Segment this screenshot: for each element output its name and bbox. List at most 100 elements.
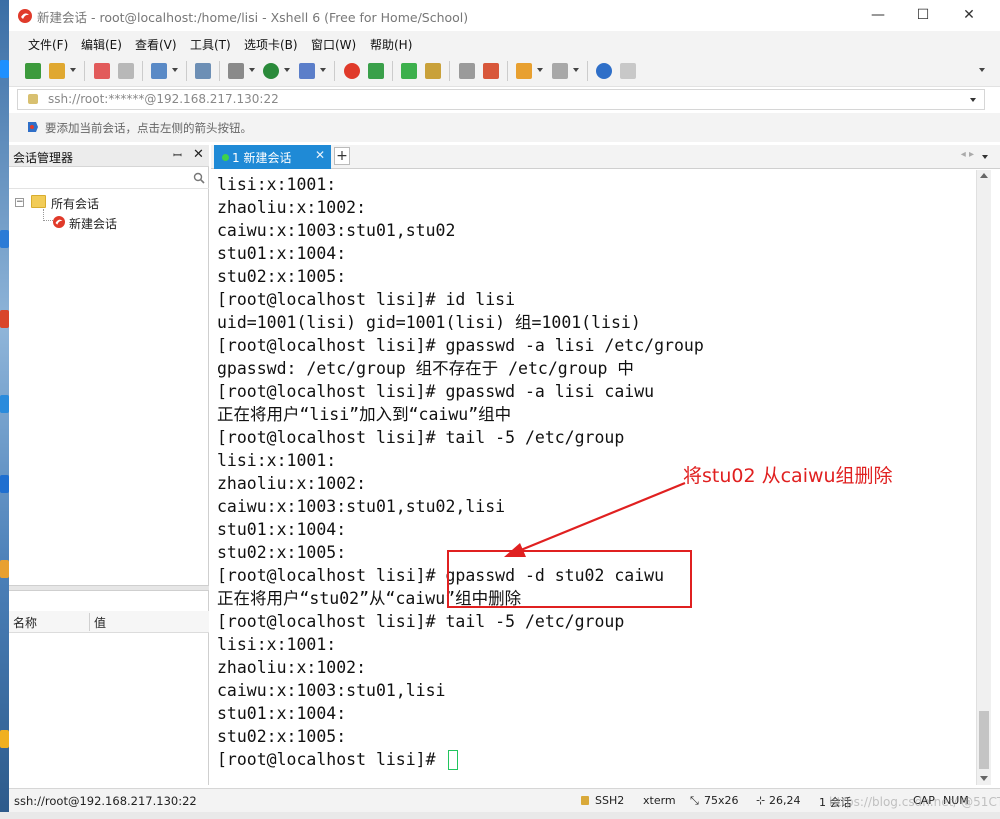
font-icon[interactable] [299,63,315,79]
status-bar: ssh://root@192.168.217.130:22 SSH2 xterm… [9,788,1000,812]
terminal-line: [root@localhost lisi]# tail -5 /etc/grou… [217,428,625,447]
terminal-line: zhaoliu:x:1002: [217,198,367,217]
search-tool-icon[interactable] [195,63,211,79]
tile-icon[interactable] [552,63,568,79]
scrollbar-thumb[interactable] [979,711,989,769]
terminal-cursor [448,750,458,770]
window-title: 新建会话 - root@localhost:/home/lisi - Xshel… [37,10,469,25]
tab-label: 1 新建会话 [232,151,292,165]
properties-icon[interactable] [151,63,167,79]
chat-icon[interactable] [620,63,636,79]
tab-bar: 1 新建会话 ✕ + ◂ ▸ [211,145,1000,169]
hint-text: 要添加当前会话，点击左侧的箭头按钮。 [45,121,252,135]
terminal-scrollbar[interactable] [976,170,991,785]
properties-header: 名称 值 [9,611,209,633]
menu-tools[interactable]: 工具(T) [190,36,231,53]
name-column-header[interactable]: 名称 [13,614,37,631]
terminal-line: stu02:x:1005: [217,267,347,286]
search-icon[interactable] [193,172,205,184]
bottom-edge [0,812,1000,819]
watermark: https://blog.csdn.net/ @51CTO博客 [829,795,1000,809]
xshell-icon[interactable] [344,63,360,79]
tab-close-icon[interactable]: ✕ [315,148,325,162]
terminal-line: 正在将用户“lisi”加入到“caiwu”组中 [217,405,512,424]
lock-icon[interactable] [425,63,441,79]
menu-tab[interactable]: 选项卡(B) [244,36,298,53]
session-icon [53,216,65,228]
hint-bar: 要添加当前会话，点击左侧的箭头按钮。 [9,113,1000,142]
session-manager-title: 会话管理器 [13,151,74,165]
add-tab-button[interactable]: + [334,147,350,165]
close-button[interactable]: ✕ [946,0,992,31]
bookmark-arrow-icon[interactable] [27,121,39,133]
session-search-input[interactable] [9,169,209,189]
terminal-line: lisi:x:1001: [217,175,337,194]
tree-item-new-session[interactable]: 新建会话 [69,215,117,232]
menu-file[interactable]: 文件(F) [28,36,68,53]
panel-close-icon[interactable]: ✕ [193,147,204,162]
terminal-line: caiwu:x:1003:stu01,stu02 [217,221,456,240]
xftp-icon[interactable] [368,63,384,79]
terminal-line: caiwu:x:1003:stu01,stu02,lisi [217,497,506,516]
status-terminal-type: xterm [643,794,676,807]
tree-collapse-toggle[interactable]: − [15,198,24,207]
scroll-up-arrow-icon[interactable] [980,173,988,178]
layout-icon[interactable] [228,63,244,79]
menu-bar: 文件(F) 编辑(E) 查看(V) 工具(T) 选项卡(B) 窗口(W) 帮助(… [9,31,1000,55]
address-bar[interactable]: ssh://root:******@192.168.217.130:22 [17,89,985,110]
terminal-line: gpasswd: /etc/group 组不存在于 /etc/group 中 [217,359,634,378]
status-cursor-pos: 26,24 [769,794,801,807]
menu-window[interactable]: 窗口(W) [311,36,356,53]
folder-icon [31,195,46,208]
session-manager-panel: 会话管理器 ꟷ ✕ − 所有会话 新建会话 名称 值 [9,145,209,785]
desktop-edge [0,0,9,819]
fullscreen-icon[interactable] [401,63,417,79]
status-size: 75x26 [704,794,739,807]
tree-item-all-sessions[interactable]: 所有会话 [51,195,99,212]
terminal-line: stu01:x:1004: [217,704,347,723]
annotation-arrow [504,481,686,557]
open-folder-icon[interactable] [49,63,65,79]
toolbar [9,55,1000,87]
value-column-header[interactable]: 值 [94,614,106,631]
tab-session-1[interactable]: 1 新建会话 ✕ [214,145,331,169]
terminal-line: stu01:x:1004: [217,520,347,539]
connected-status-icon [222,154,229,161]
terminal-line: [root@localhost lisi]# tail -5 /etc/grou… [217,612,625,631]
terminal-line: lisi:x:1001: [217,635,337,654]
status-connection: ssh://root@192.168.217.130:22 [14,794,197,808]
lock-icon [581,796,589,805]
chevron-down-icon[interactable] [970,98,976,102]
status-protocol: SSH2 [595,794,625,807]
terminal-line: stu02:x:1005: [217,727,347,746]
terminal-line: zhaoliu:x:1002: [217,658,367,677]
lock-icon [28,94,38,104]
minimize-button[interactable]: — [855,0,901,31]
annotation-label: 将stu02 从caiwu组删除 [683,465,893,487]
terminal-line: stu02:x:1005: [217,543,347,562]
address-input[interactable]: ssh://root:******@192.168.217.130:22 [48,92,279,106]
maximize-button[interactable]: ☐ [900,0,946,31]
menu-view[interactable]: 查看(V) [135,36,177,53]
menu-edit[interactable]: 编辑(E) [81,36,122,53]
globe-icon[interactable] [263,63,279,79]
terminal-line: [root@localhost lisi]# id lisi [217,290,516,309]
help-icon[interactable] [596,63,612,79]
new-tab-icon[interactable] [516,63,532,79]
terminal-line: uid=1001(lisi) gid=1001(lisi) 组=1001(lis… [217,313,641,332]
connect-icon[interactable] [94,63,110,79]
new-session-icon[interactable] [25,63,41,79]
terminal-line: caiwu:x:1003:stu01,lisi [217,681,446,700]
scroll-down-arrow-icon[interactable] [980,776,988,781]
highlight-icon[interactable] [483,63,499,79]
pin-icon[interactable]: ꟷ [173,148,182,163]
keyboard-icon[interactable] [459,63,475,79]
tab-list-dropdown[interactable] [982,155,988,159]
disconnect-icon[interactable] [118,63,134,79]
window-right-edge [991,170,1000,785]
tab-scroll-arrows[interactable]: ◂ ▸ [961,149,974,160]
panel-splitter[interactable] [9,585,209,591]
menu-help[interactable]: 帮助(H) [370,36,412,53]
session-manager-header: 会话管理器 ꟷ ✕ [9,145,209,167]
column-divider[interactable] [89,613,90,631]
